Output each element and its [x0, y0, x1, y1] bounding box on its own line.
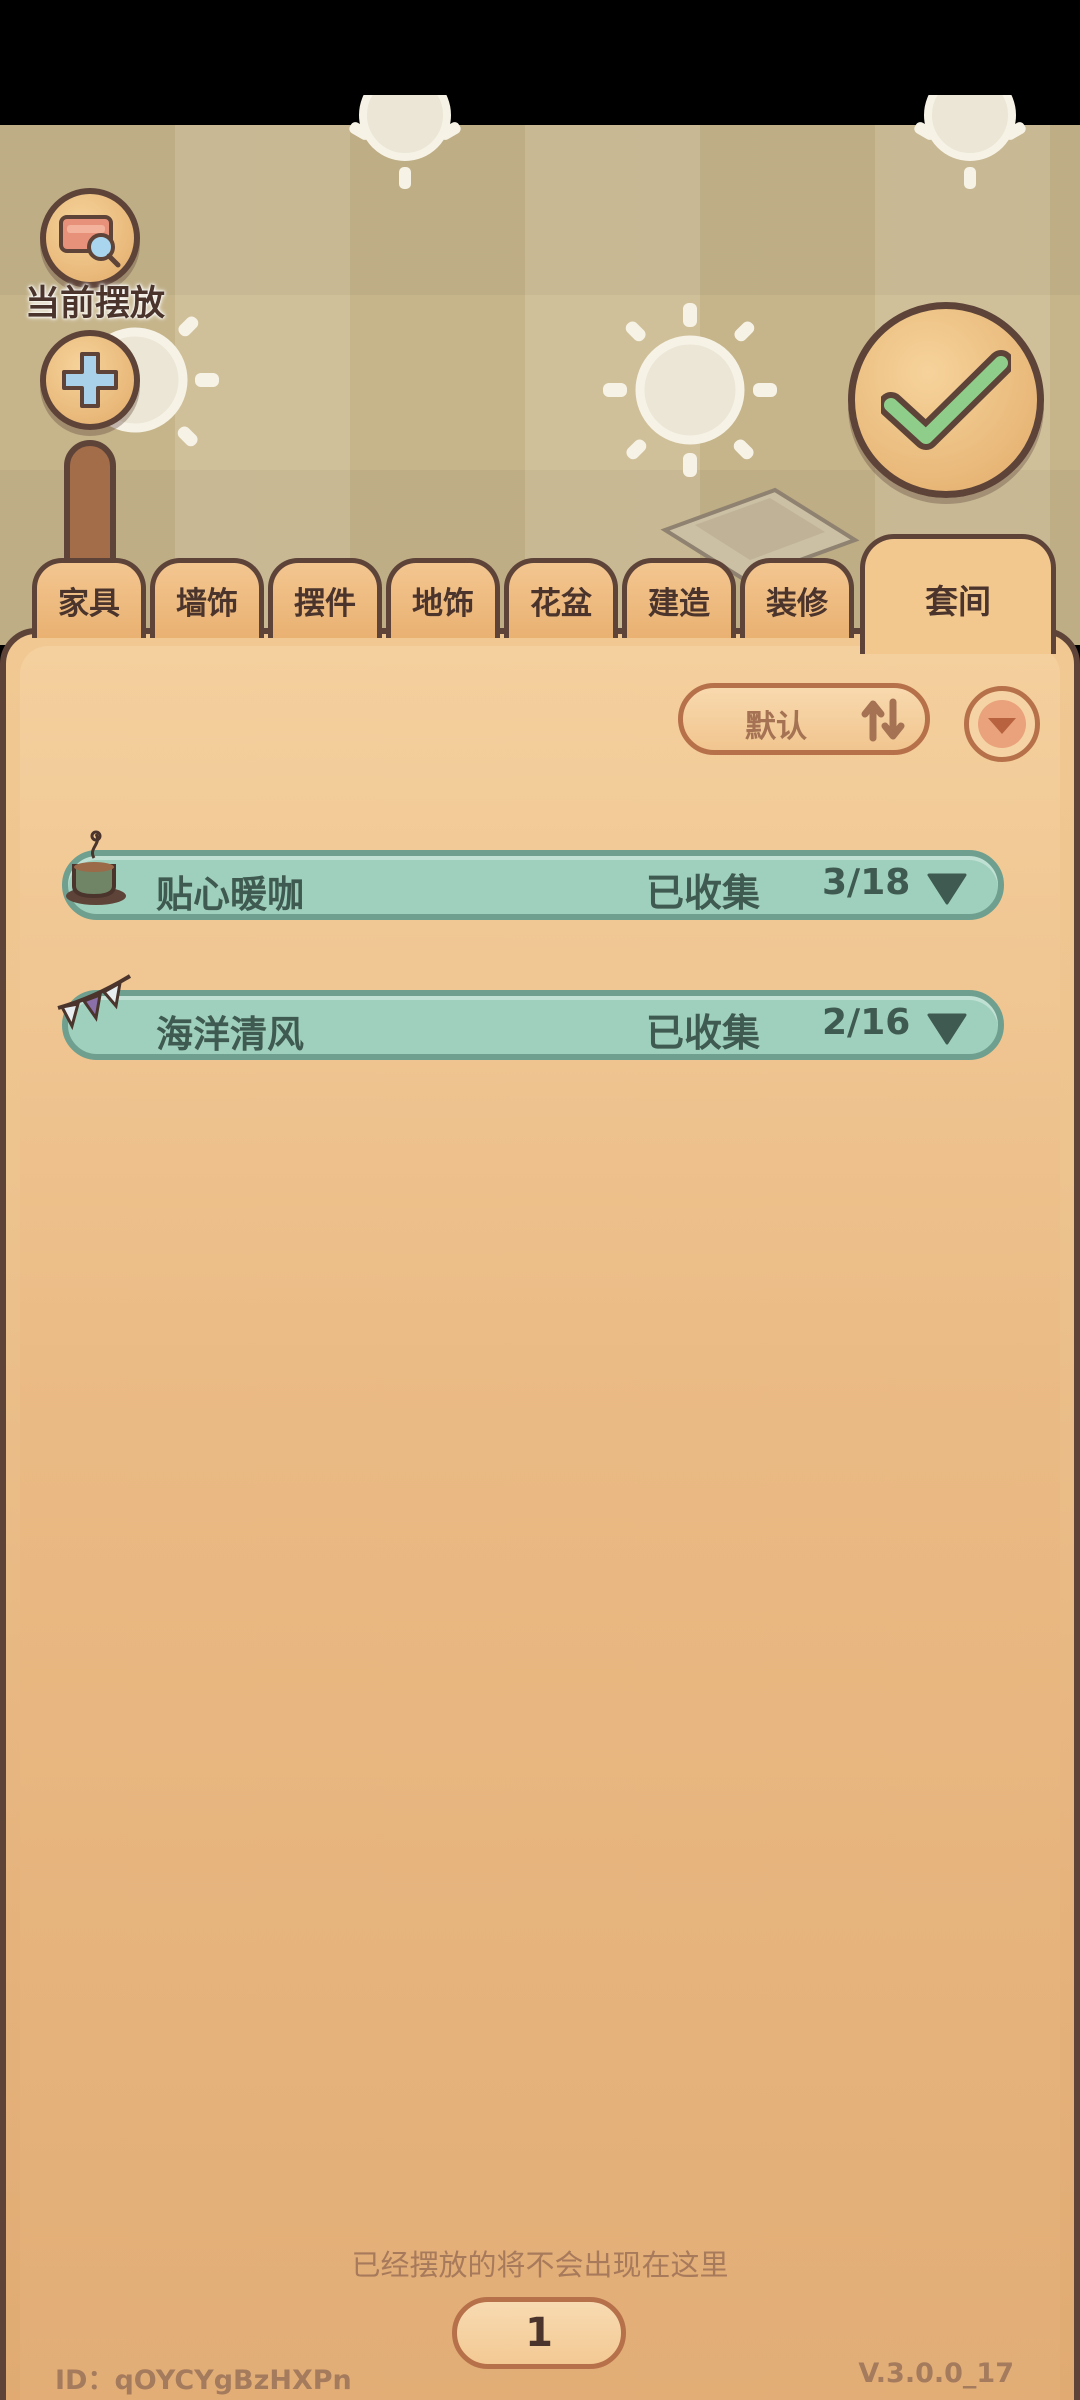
current-placed-label: 当前摆放: [24, 284, 165, 324]
page-number: 1: [525, 2310, 553, 2356]
sort-order-icon: [861, 698, 905, 742]
add-button[interactable]: [40, 330, 140, 430]
set-name: 贴心暖咖: [156, 873, 304, 916]
tab-suites[interactable]: 套间: [860, 534, 1056, 654]
expand-arrow-icon[interactable]: [926, 1012, 968, 1046]
set-row-cozy-coffee[interactable]: 贴心暖咖 已收集 3/18: [62, 850, 1004, 920]
tab-furniture[interactable]: 家具: [32, 558, 146, 638]
tab-label: 建造: [648, 586, 710, 622]
tab-label: 装修: [766, 586, 828, 622]
tab-label: 地饰: [412, 586, 474, 622]
checkmark-icon: [881, 350, 1011, 450]
sun-lamp-icon: [603, 303, 777, 477]
tab-flower-pots[interactable]: 花盆: [504, 558, 618, 638]
set-collected-label: 已收集: [646, 871, 761, 915]
filter-dropdown-button[interactable]: [964, 686, 1040, 762]
handle-stick: [64, 440, 116, 570]
tab-label: 家具: [58, 586, 120, 622]
tab-ornaments[interactable]: 摆件: [268, 558, 382, 638]
tab-renovation[interactable]: 装修: [740, 558, 854, 638]
tab-floor-decor[interactable]: 地饰: [386, 558, 500, 638]
set-count: 2/16: [822, 1002, 911, 1043]
tab-label: 套间: [925, 582, 991, 621]
screen: 当前摆放 家具 墙饰 摆件 地饰 花盆 建造 装修 套间 默认 贴心暖咖 已收集…: [0, 0, 1080, 2400]
tab-build[interactable]: 建造: [622, 558, 736, 638]
tab-label: 墙饰: [176, 586, 238, 622]
furniture-search-icon: [59, 215, 121, 268]
set-row-ocean-breeze[interactable]: 海洋清风 已收集 2/16: [62, 990, 1004, 1060]
set-count: 3/18: [822, 862, 911, 903]
player-id: ID：qOYCYgBzHXPn: [55, 2365, 352, 2396]
page-indicator[interactable]: 1: [452, 2297, 626, 2369]
version-label: V.3.0.0_17: [858, 2358, 1014, 2389]
plus-icon: [62, 352, 118, 408]
current-placed-button[interactable]: [40, 188, 140, 288]
tab-wall-decor[interactable]: 墙饰: [150, 558, 264, 638]
chevron-down-icon: [978, 700, 1026, 748]
sun-lamp-icon: [349, 95, 461, 189]
sun-lamp-icon: [914, 95, 1026, 189]
coffee-cup-icon: [66, 830, 126, 905]
set-collected-label: 已收集: [646, 1011, 761, 1055]
tab-label: 花盆: [530, 586, 592, 622]
set-name: 海洋清风: [156, 1013, 304, 1056]
bunting-flags-icon: [57, 974, 132, 1031]
sort-button[interactable]: 默认: [678, 683, 930, 755]
confirm-button[interactable]: [848, 302, 1044, 498]
expand-arrow-icon[interactable]: [926, 872, 968, 906]
placed-items-note: 已经摆放的将不会出现在这里: [351, 2248, 729, 2282]
sort-label: 默认: [745, 709, 807, 745]
tab-label: 摆件: [294, 586, 356, 622]
